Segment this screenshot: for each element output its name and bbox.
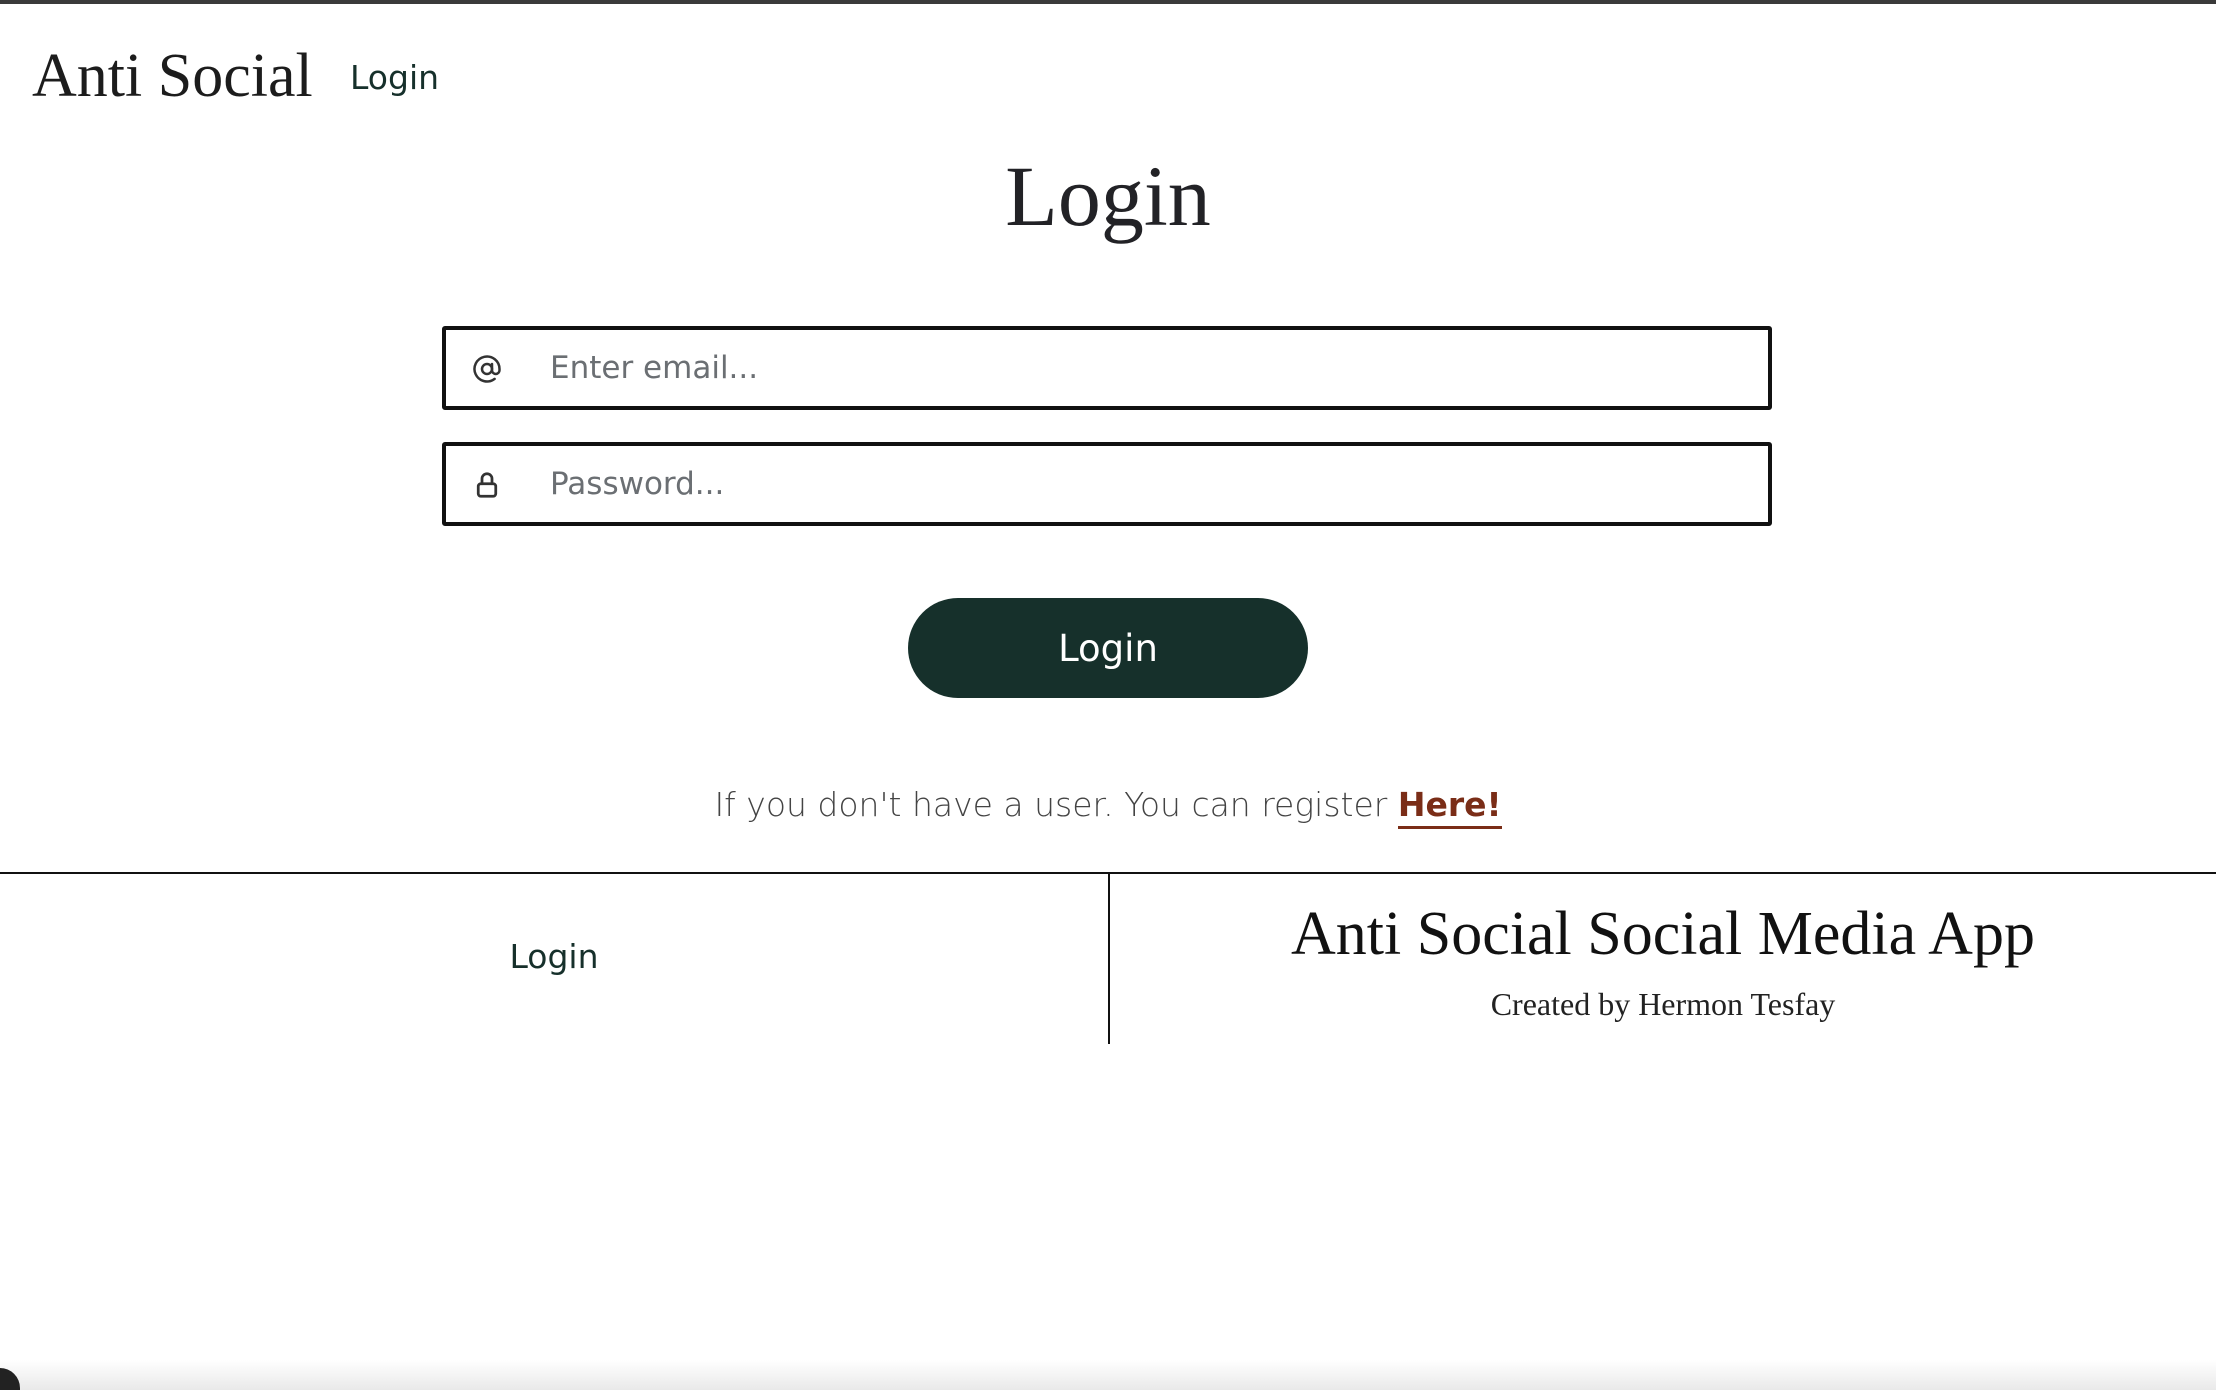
brand-logo[interactable]: Anti Social — [32, 36, 313, 116]
register-here-link[interactable]: Here! — [1397, 785, 1502, 829]
navbar: Anti Social Login — [0, 4, 2216, 144]
email-input[interactable] — [550, 330, 1750, 406]
window-corner — [0, 1368, 20, 1390]
footer-title: Anti Social Social Media App — [1291, 900, 2035, 968]
nav-login-link[interactable]: Login — [350, 54, 439, 102]
window-bottom-edge — [0, 1360, 2216, 1390]
password-field[interactable] — [442, 442, 1772, 526]
register-prompt-text: If you don't have a user. You can regist… — [714, 785, 1398, 824]
at-sign-icon — [470, 352, 504, 386]
register-prompt: If you don't have a user. You can regist… — [0, 780, 2216, 830]
page-title: Login — [1005, 148, 1211, 244]
lock-icon — [470, 468, 504, 502]
login-button[interactable]: Login — [908, 598, 1308, 698]
email-field[interactable] — [442, 326, 1772, 410]
footer-login-link[interactable]: Login — [0, 932, 1108, 982]
password-input[interactable] — [550, 446, 1750, 522]
footer-credit: Created by Hermon Tesfay — [1490, 986, 1836, 1022]
footer: Login Anti Social Social Media App Creat… — [0, 872, 2216, 1044]
